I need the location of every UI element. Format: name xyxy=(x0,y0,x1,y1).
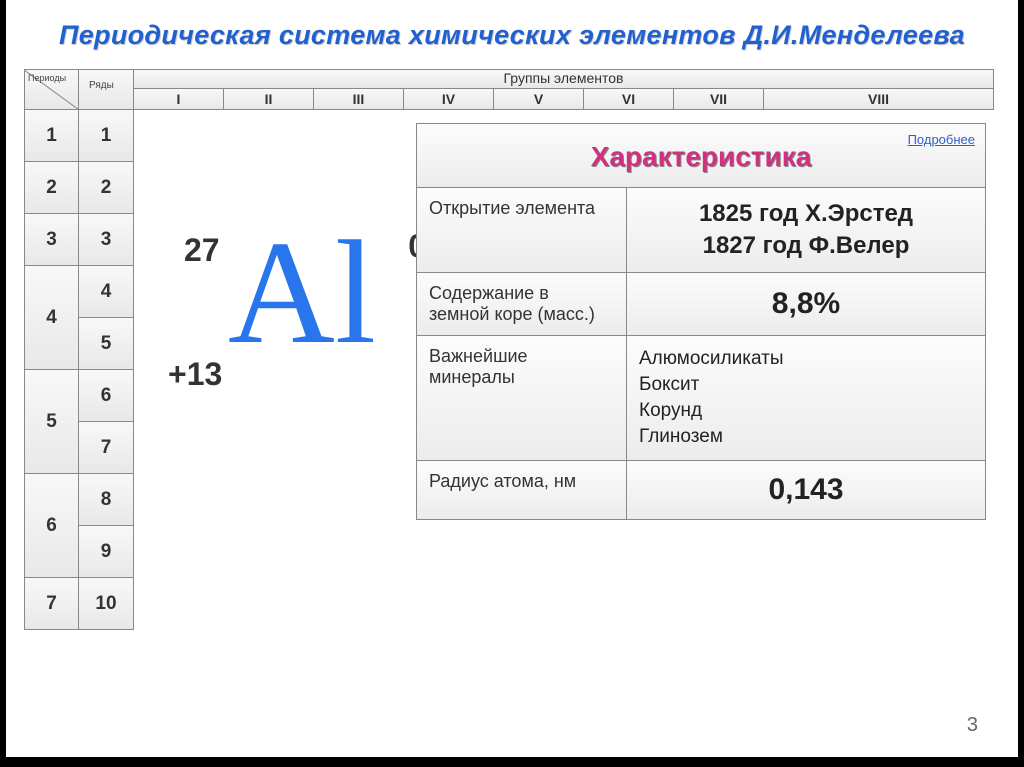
group-7[interactable]: VII xyxy=(674,89,764,110)
element-mass: 27 xyxy=(184,232,220,269)
mineral-1: Алюмосиликаты xyxy=(639,348,783,370)
group-3[interactable]: III xyxy=(314,89,404,110)
row-8[interactable]: 8 xyxy=(79,474,134,526)
char-label-minerals: Важнейшие минералы xyxy=(417,336,627,460)
group-5[interactable]: V xyxy=(494,89,584,110)
row-6[interactable]: 6 xyxy=(79,370,134,422)
characteristics-title: Характеристика xyxy=(417,124,985,189)
period-2[interactable]: 2 xyxy=(24,162,79,214)
char-value-radius: 0,143 xyxy=(627,461,985,519)
row-7[interactable]: 7 xyxy=(79,422,134,474)
discovery-line-1: 1825 год Х.Эрстед xyxy=(639,200,973,228)
char-value-discovery: 1825 год Х.Эрстед 1827 год Ф.Велер xyxy=(627,188,985,272)
mineral-4: Глинозем xyxy=(639,426,723,448)
periods-header-cell: Периоды xyxy=(24,69,79,110)
char-row-discovery: Открытие элемента 1825 год Х.Эрстед 1827… xyxy=(416,188,986,273)
periods-label: Периоды xyxy=(28,73,66,83)
period-7[interactable]: 7 xyxy=(24,578,79,630)
rows-label: Ряды xyxy=(89,80,114,91)
discovery-line-2: 1827 год Ф.Велер xyxy=(639,232,973,260)
row-4[interactable]: 4 xyxy=(79,266,134,318)
row-1[interactable]: 1 xyxy=(79,110,134,162)
crust-value: 8,8% xyxy=(639,287,973,321)
char-label-crust: Содержание в земной коре (масс.) xyxy=(417,273,627,335)
page-number: 3 xyxy=(967,714,978,737)
group-8[interactable]: VIII xyxy=(764,89,994,110)
details-link[interactable]: Подробнее xyxy=(908,132,975,147)
row-2[interactable]: 2 xyxy=(79,162,134,214)
char-label-discovery: Открытие элемента xyxy=(417,188,627,272)
rows-header-cell: Ряды xyxy=(79,69,134,110)
periodic-table-header: Периоды Ряды Группы элементов I II III I… xyxy=(24,69,994,110)
char-label-radius: Радиус атома, нм xyxy=(417,461,627,519)
rows-column: 1 2 3 4 5 6 7 8 9 10 xyxy=(79,110,134,630)
period-3[interactable]: 3 xyxy=(24,214,79,266)
group-4[interactable]: IV xyxy=(404,89,494,110)
periods-column: 1 2 3 4 5 6 7 xyxy=(24,110,79,630)
radius-value: 0,143 xyxy=(639,473,973,507)
element-number: +13 xyxy=(168,356,222,393)
mineral-2: Боксит xyxy=(639,374,699,396)
period-1[interactable]: 1 xyxy=(24,110,79,162)
group-6[interactable]: VI xyxy=(584,89,674,110)
row-5[interactable]: 5 xyxy=(79,318,134,370)
row-3[interactable]: 3 xyxy=(79,214,134,266)
group-2[interactable]: II xyxy=(224,89,314,110)
row-10[interactable]: 10 xyxy=(79,578,134,630)
char-row-minerals: Важнейшие минералы Алюмосиликаты Боксит … xyxy=(416,336,986,461)
char-value-crust: 8,8% xyxy=(627,273,985,335)
element-symbol: Al xyxy=(228,208,376,378)
mineral-3: Корунд xyxy=(639,400,702,422)
element-display: 27 0 Al +13 xyxy=(156,186,416,446)
row-9[interactable]: 9 xyxy=(79,526,134,578)
group-1[interactable]: I xyxy=(134,89,224,110)
char-row-radius: Радиус атома, нм 0,143 xyxy=(416,461,986,520)
period-4[interactable]: 4 xyxy=(24,266,79,370)
groups-header-label: Группы элементов xyxy=(134,69,994,89)
period-5[interactable]: 5 xyxy=(24,370,79,474)
period-6[interactable]: 6 xyxy=(24,474,79,578)
char-value-minerals: Алюмосиликаты Боксит Корунд Глинозем xyxy=(627,336,985,460)
char-row-crust: Содержание в земной коре (масс.) 8,8% xyxy=(416,273,986,336)
slide-title: Периодическая система химических элемент… xyxy=(6,0,1018,51)
characteristics-panel: Характеристика Подробнее Открытие элемен… xyxy=(416,123,986,520)
